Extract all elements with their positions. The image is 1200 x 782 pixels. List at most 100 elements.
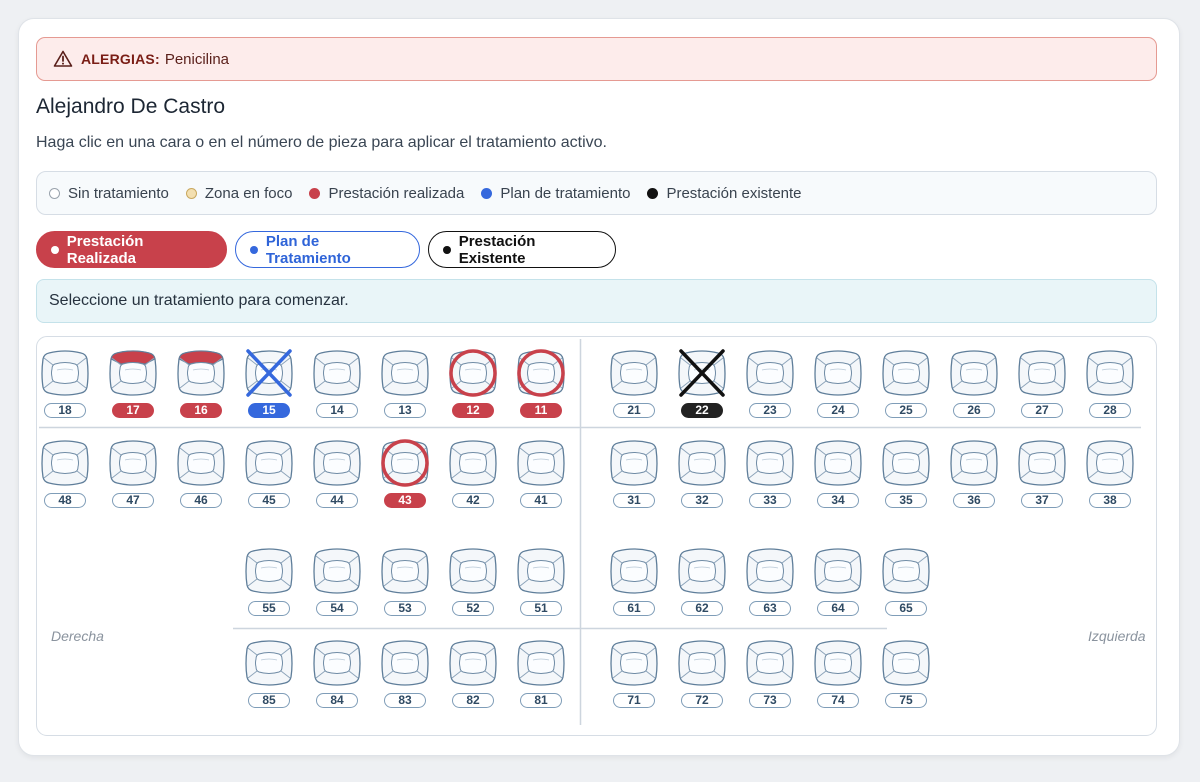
tooth-number-32[interactable]: 32 (681, 493, 723, 508)
tooth-47[interactable]: 47 (108, 438, 158, 508)
tooth-number-51[interactable]: 51 (520, 601, 562, 616)
tooth-61[interactable]: 61 (609, 546, 659, 616)
tooth-85[interactable]: 85 (244, 638, 294, 708)
tooth-35[interactable]: 35 (881, 438, 931, 508)
tooth-64[interactable]: 64 (813, 546, 863, 616)
tooth-number-52[interactable]: 52 (452, 601, 494, 616)
plan-de-tratamiento-button[interactable]: Plan de Tratamiento (235, 231, 420, 268)
tooth-48[interactable]: 48 (40, 438, 90, 508)
tooth-number-84[interactable]: 84 (316, 693, 358, 708)
tooth-number-47[interactable]: 47 (112, 493, 154, 508)
tooth-number-55[interactable]: 55 (248, 601, 290, 616)
tooth-75[interactable]: 75 (881, 638, 931, 708)
tooth-28[interactable]: 28 (1085, 348, 1135, 418)
tooth-12[interactable]: 12 (448, 348, 498, 418)
tooth-18[interactable]: 18 (40, 348, 90, 418)
tooth-number-35[interactable]: 35 (885, 493, 927, 508)
tooth-27[interactable]: 27 (1017, 348, 1067, 418)
tooth-46[interactable]: 46 (176, 438, 226, 508)
tooth-34[interactable]: 34 (813, 438, 863, 508)
tooth-44[interactable]: 44 (312, 438, 362, 508)
tooth-number-54[interactable]: 54 (316, 601, 358, 616)
tooth-number-13[interactable]: 13 (384, 403, 426, 418)
tooth-53[interactable]: 53 (380, 546, 430, 616)
tooth-number-12[interactable]: 12 (452, 403, 494, 418)
tooth-55[interactable]: 55 (244, 546, 294, 616)
tooth-42[interactable]: 42 (448, 438, 498, 508)
tooth-number-81[interactable]: 81 (520, 693, 562, 708)
tooth-54[interactable]: 54 (312, 546, 362, 616)
tooth-16[interactable]: 16 (176, 348, 226, 418)
tooth-73[interactable]: 73 (745, 638, 795, 708)
tooth-74[interactable]: 74 (813, 638, 863, 708)
tooth-number-38[interactable]: 38 (1089, 493, 1131, 508)
tooth-21[interactable]: 21 (609, 348, 659, 418)
tooth-31[interactable]: 31 (609, 438, 659, 508)
tooth-number-61[interactable]: 61 (613, 601, 655, 616)
tooth-63[interactable]: 63 (745, 546, 795, 616)
tooth-number-34[interactable]: 34 (817, 493, 859, 508)
tooth-number-63[interactable]: 63 (749, 601, 791, 616)
tooth-32[interactable]: 32 (677, 438, 727, 508)
tooth-number-82[interactable]: 82 (452, 693, 494, 708)
tooth-number-31[interactable]: 31 (613, 493, 655, 508)
tooth-number-62[interactable]: 62 (681, 601, 723, 616)
tooth-number-24[interactable]: 24 (817, 403, 859, 418)
tooth-number-28[interactable]: 28 (1089, 403, 1131, 418)
tooth-number-21[interactable]: 21 (613, 403, 655, 418)
tooth-37[interactable]: 37 (1017, 438, 1067, 508)
tooth-number-45[interactable]: 45 (248, 493, 290, 508)
tooth-number-42[interactable]: 42 (452, 493, 494, 508)
tooth-number-46[interactable]: 46 (180, 493, 222, 508)
tooth-38[interactable]: 38 (1085, 438, 1135, 508)
tooth-33[interactable]: 33 (745, 438, 795, 508)
tooth-number-25[interactable]: 25 (885, 403, 927, 418)
prestacion-realizada-button[interactable]: Prestación Realizada (36, 231, 227, 268)
tooth-26[interactable]: 26 (949, 348, 999, 418)
tooth-45[interactable]: 45 (244, 438, 294, 508)
tooth-23[interactable]: 23 (745, 348, 795, 418)
tooth-14[interactable]: 14 (312, 348, 362, 418)
tooth-number-11[interactable]: 11 (520, 403, 562, 418)
tooth-36[interactable]: 36 (949, 438, 999, 508)
tooth-number-75[interactable]: 75 (885, 693, 927, 708)
tooth-number-23[interactable]: 23 (749, 403, 791, 418)
tooth-number-65[interactable]: 65 (885, 601, 927, 616)
tooth-51[interactable]: 51 (516, 546, 566, 616)
tooth-15[interactable]: 15 (244, 348, 294, 418)
tooth-11[interactable]: 11 (516, 348, 566, 418)
tooth-number-41[interactable]: 41 (520, 493, 562, 508)
tooth-number-83[interactable]: 83 (384, 693, 426, 708)
tooth-72[interactable]: 72 (677, 638, 727, 708)
tooth-number-71[interactable]: 71 (613, 693, 655, 708)
tooth-number-14[interactable]: 14 (316, 403, 358, 418)
tooth-number-64[interactable]: 64 (817, 601, 859, 616)
tooth-62[interactable]: 62 (677, 546, 727, 616)
tooth-81[interactable]: 81 (516, 638, 566, 708)
tooth-number-18[interactable]: 18 (44, 403, 86, 418)
tooth-71[interactable]: 71 (609, 638, 659, 708)
tooth-number-48[interactable]: 48 (44, 493, 86, 508)
tooth-number-16[interactable]: 16 (180, 403, 222, 418)
tooth-number-26[interactable]: 26 (953, 403, 995, 418)
tooth-83[interactable]: 83 (380, 638, 430, 708)
tooth-22[interactable]: 22 (677, 348, 727, 418)
tooth-number-15[interactable]: 15 (248, 403, 290, 418)
prestacion-existente-button[interactable]: Prestación Existente (428, 231, 616, 268)
tooth-number-22[interactable]: 22 (681, 403, 723, 418)
tooth-84[interactable]: 84 (312, 638, 362, 708)
tooth-number-72[interactable]: 72 (681, 693, 723, 708)
tooth-number-85[interactable]: 85 (248, 693, 290, 708)
tooth-number-73[interactable]: 73 (749, 693, 791, 708)
tooth-number-74[interactable]: 74 (817, 693, 859, 708)
tooth-24[interactable]: 24 (813, 348, 863, 418)
tooth-number-53[interactable]: 53 (384, 601, 426, 616)
tooth-13[interactable]: 13 (380, 348, 430, 418)
tooth-number-33[interactable]: 33 (749, 493, 791, 508)
tooth-number-27[interactable]: 27 (1021, 403, 1063, 418)
tooth-number-44[interactable]: 44 (316, 493, 358, 508)
tooth-number-17[interactable]: 17 (112, 403, 154, 418)
tooth-17[interactable]: 17 (108, 348, 158, 418)
tooth-41[interactable]: 41 (516, 438, 566, 508)
tooth-65[interactable]: 65 (881, 546, 931, 616)
